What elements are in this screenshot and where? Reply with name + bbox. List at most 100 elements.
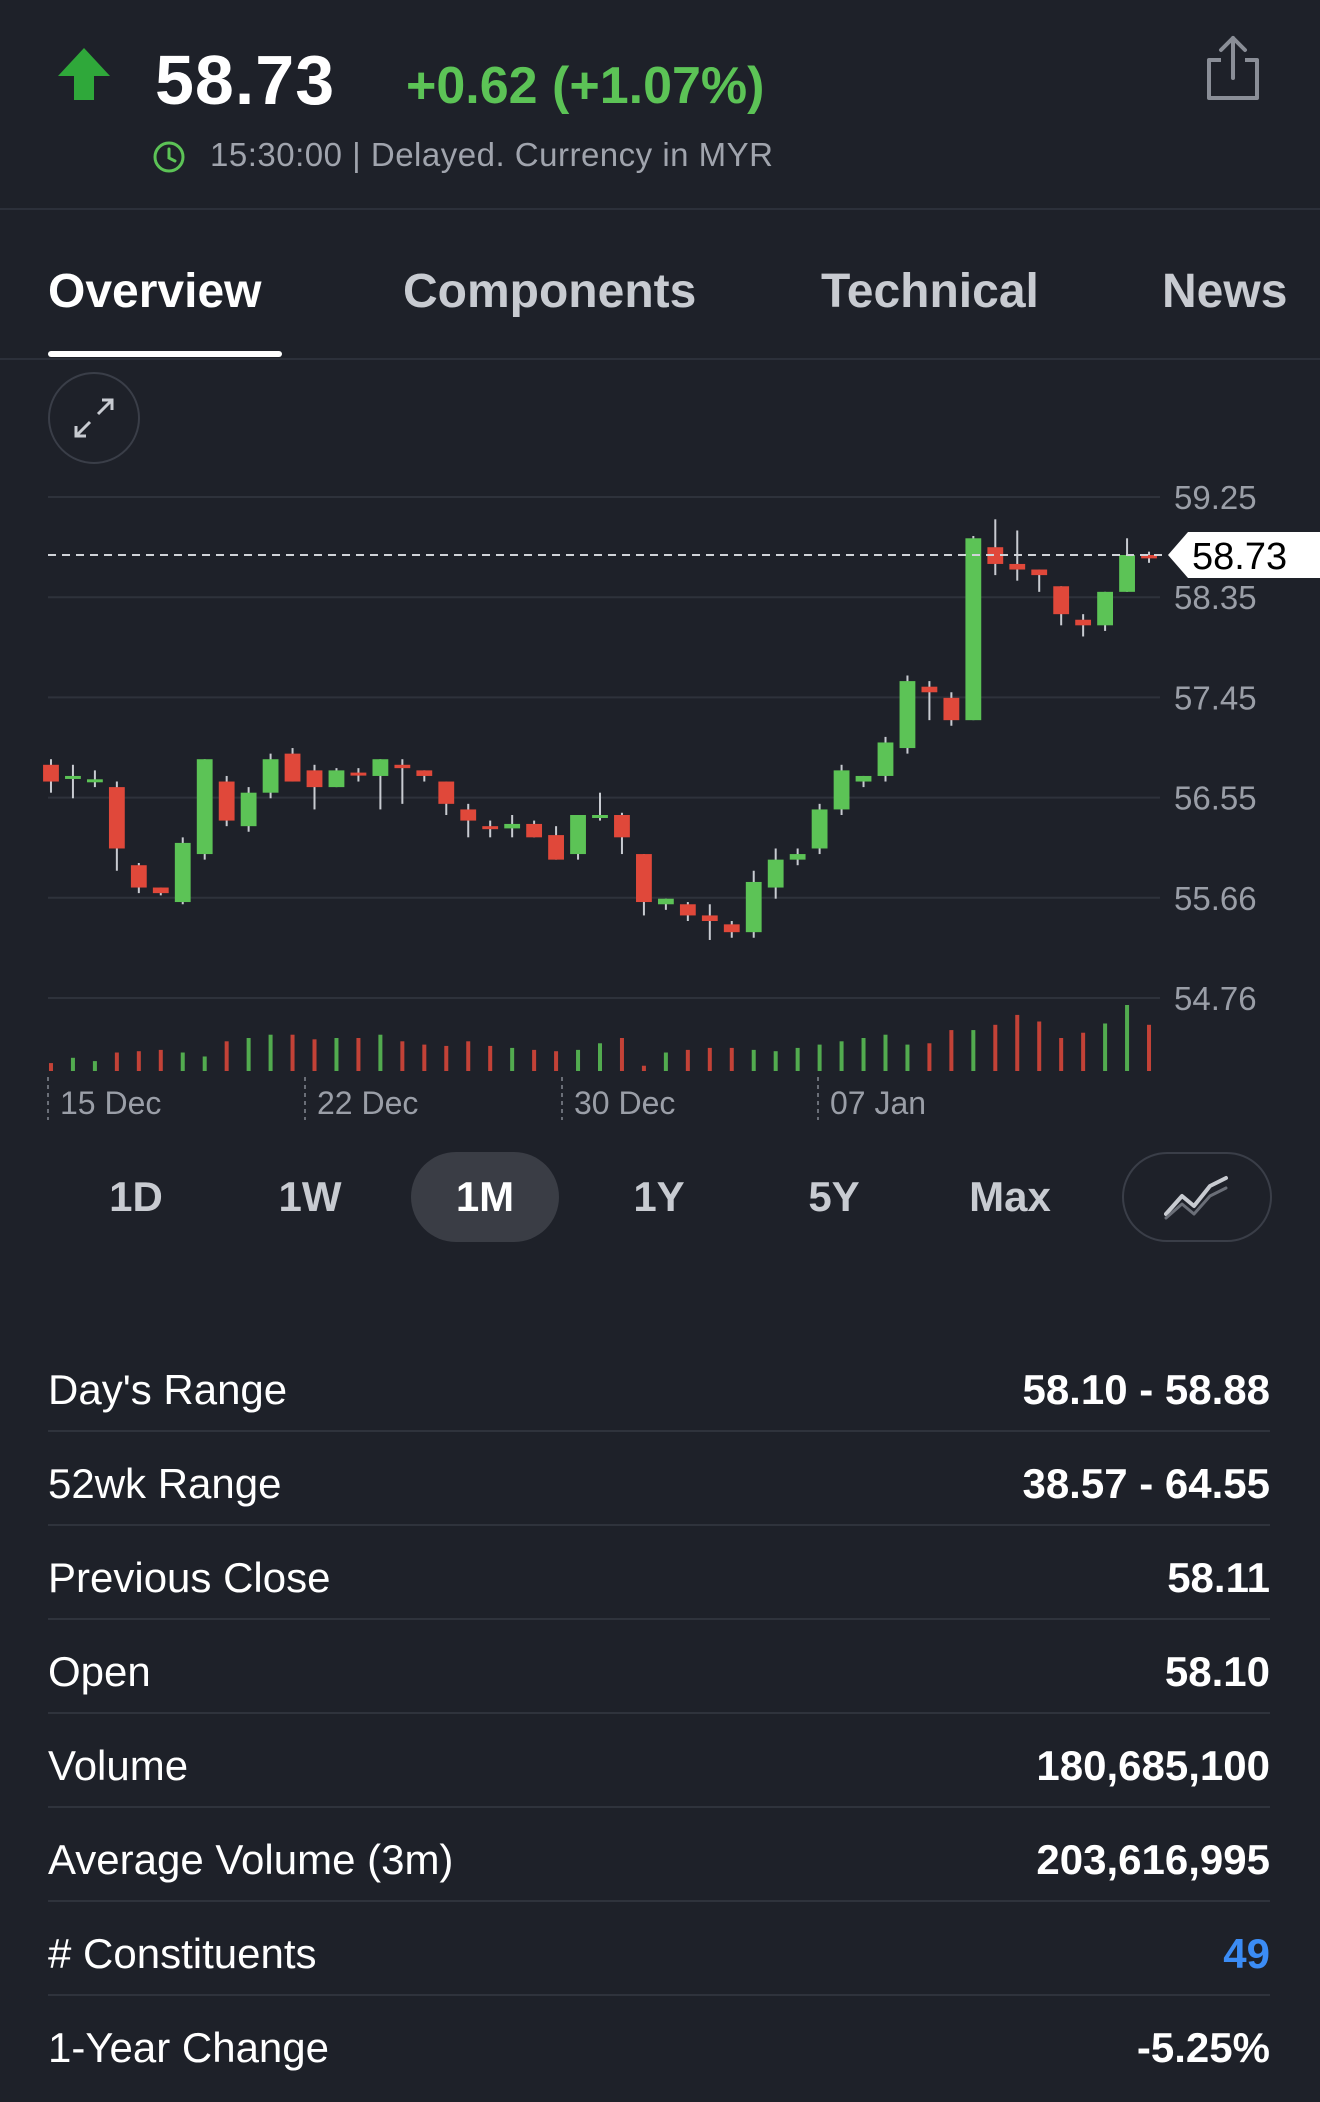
volume-bar xyxy=(927,1043,932,1071)
candle-body xyxy=(152,887,169,894)
candle-body xyxy=(174,842,191,903)
chart-type-button[interactable] xyxy=(1122,1152,1272,1242)
candle-body xyxy=(1119,555,1135,592)
candle xyxy=(899,675,916,754)
clock-icon xyxy=(153,141,185,173)
period-max[interactable]: Max xyxy=(950,1152,1070,1242)
volume-bar xyxy=(861,1038,866,1071)
candle xyxy=(306,764,323,810)
volume-bar xyxy=(773,1051,778,1071)
candle-body xyxy=(482,826,499,830)
candle xyxy=(636,854,652,916)
period-5y[interactable]: 5Y xyxy=(782,1152,886,1242)
tab-news[interactable]: News xyxy=(1162,264,1287,319)
stat-row-open: Open 58.10 xyxy=(48,1620,1270,1714)
candle-body xyxy=(284,753,301,782)
candle xyxy=(196,759,213,860)
candle xyxy=(86,770,103,788)
candle-body xyxy=(1075,619,1092,626)
volume-bar xyxy=(488,1045,493,1071)
candle xyxy=(921,681,938,721)
stat-row-days-range: Day's Range 58.10 - 58.88 xyxy=(48,1338,1270,1432)
candle xyxy=(504,815,521,838)
x-tick-label: 22 Dec xyxy=(317,1085,418,1121)
candle-body xyxy=(679,904,696,916)
stat-row-1-year-change: 1-Year Change -5.25% xyxy=(48,1996,1270,2088)
candle xyxy=(130,862,147,894)
volume-bar xyxy=(510,1047,515,1071)
candlestick-chart[interactable]: 58.73 59.25 58.35 57.45 56.55 55.66 54.76 15 … xyxy=(0,470,1320,1130)
candle xyxy=(152,887,169,896)
period-1y[interactable]: 1Y xyxy=(607,1152,711,1242)
stats-table: Day's Range 58.10 - 58.88 52wk Range 38.… xyxy=(48,1338,1270,2088)
candle-body xyxy=(416,770,433,776)
volume-bar xyxy=(1125,1005,1130,1071)
period-1m[interactable]: 1M xyxy=(411,1152,559,1242)
candle xyxy=(65,764,81,799)
candle-body xyxy=(899,681,916,749)
stat-row-constituents[interactable]: # Constituents 49 xyxy=(48,1902,1270,1996)
stat-row-volume: Volume 180,685,100 xyxy=(48,1714,1270,1808)
expand-chart-button[interactable] xyxy=(48,372,140,464)
candle-body xyxy=(438,781,455,804)
candle-body xyxy=(877,742,894,776)
tab-overview[interactable]: Overview xyxy=(48,264,261,319)
volume-bar xyxy=(554,1051,559,1071)
candle-body xyxy=(65,775,81,779)
candle-body xyxy=(460,809,477,821)
volume-bar xyxy=(1059,1038,1064,1071)
y-tick-label: 54.76 xyxy=(1174,980,1257,1017)
share-icon[interactable] xyxy=(1203,32,1263,104)
y-tick-label: 57.45 xyxy=(1174,679,1257,716)
candle-body xyxy=(328,770,345,788)
volume-bar xyxy=(839,1041,844,1071)
candle-body xyxy=(350,772,367,776)
candle-body xyxy=(218,781,235,821)
candle xyxy=(723,921,740,938)
candle-body xyxy=(130,865,147,888)
volume-bar xyxy=(883,1034,888,1071)
candle xyxy=(745,870,762,938)
x-tick-label: 30 Dec xyxy=(574,1085,675,1121)
volume-bar xyxy=(400,1041,405,1071)
candle-body xyxy=(1053,586,1070,615)
candle-body xyxy=(965,538,982,721)
candle xyxy=(1097,591,1114,631)
y-tick-label: 59.25 xyxy=(1174,479,1257,516)
tab-technical[interactable]: Technical xyxy=(821,264,1039,319)
volume-bar xyxy=(290,1034,295,1071)
candle xyxy=(1053,586,1070,626)
volume-bar xyxy=(685,1049,690,1071)
volume-bar xyxy=(70,1057,75,1071)
line-chart-icon xyxy=(1164,1176,1228,1220)
constituents-link[interactable]: 49 xyxy=(1223,1930,1270,1978)
volume-bar xyxy=(729,1047,734,1071)
volume-bar xyxy=(1015,1014,1020,1071)
candle xyxy=(855,775,872,788)
candle xyxy=(350,768,367,782)
volume-bar xyxy=(641,1065,646,1071)
candle xyxy=(1075,614,1092,637)
tab-components[interactable]: Components xyxy=(403,264,696,319)
candle xyxy=(570,815,586,860)
candle-body xyxy=(504,823,521,829)
candle-body xyxy=(811,809,828,849)
price-change: +0.62 (+1.07%) xyxy=(406,57,765,115)
market-status: 15:30:00 | Delayed. Currency in MYR xyxy=(210,136,774,173)
period-1d[interactable]: 1D xyxy=(84,1152,188,1242)
candle-body xyxy=(723,924,740,933)
period-1w[interactable]: 1W xyxy=(258,1152,362,1242)
y-tick-label: 55.66 xyxy=(1174,880,1257,917)
volume-bar xyxy=(224,1041,229,1071)
candle xyxy=(548,826,564,860)
volume-bar xyxy=(751,1049,756,1071)
stat-label: # Constituents xyxy=(48,1930,317,1977)
candle xyxy=(657,898,674,910)
volume-bar xyxy=(158,1049,163,1071)
stat-label: Average Volume (3m) xyxy=(48,1836,454,1883)
candle xyxy=(877,736,894,782)
volume-bar xyxy=(1147,1024,1152,1071)
x-tick-label: 07 Jan xyxy=(830,1085,926,1121)
candle-body xyxy=(657,898,674,905)
volume-bar xyxy=(1081,1032,1086,1071)
